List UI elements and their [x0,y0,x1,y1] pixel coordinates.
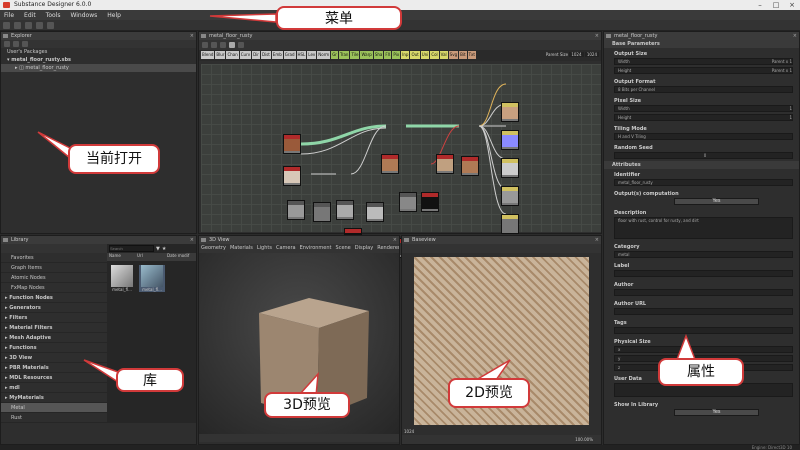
callout-3d-preview: 3D预览 [264,392,350,418]
callout-2d-preview: 2D预览 [448,378,530,408]
callout-properties: 属性 [658,358,744,386]
callout-library: 库 [116,368,184,392]
callout-current-open: 当前打开 [68,144,160,174]
